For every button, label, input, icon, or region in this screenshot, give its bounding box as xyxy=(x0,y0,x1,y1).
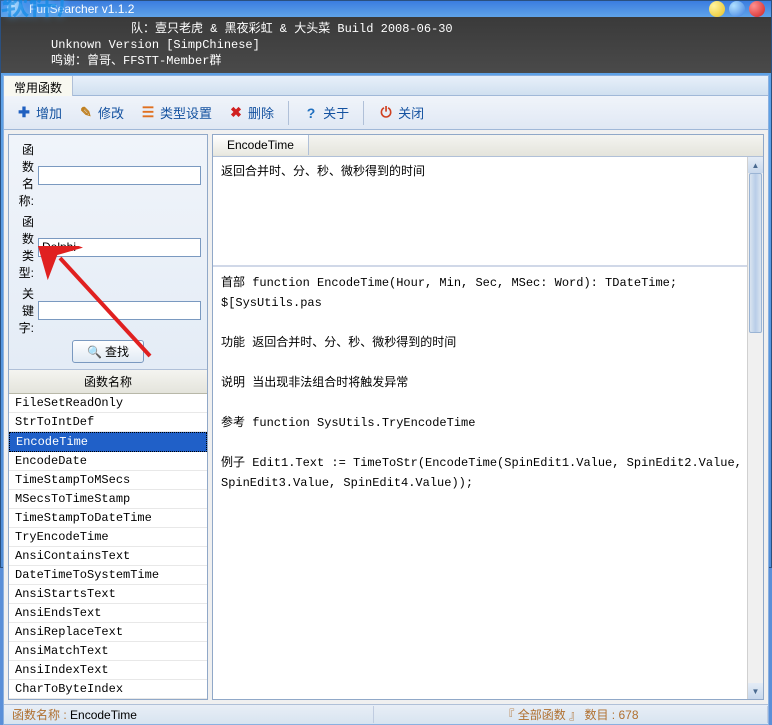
list-item[interactable]: TimeStampToDateTime xyxy=(9,509,207,528)
close-window-button[interactable] xyxy=(749,1,765,17)
status-count: 『 全部函数 』 数目 : 678 xyxy=(374,706,768,723)
window-title: FunSearcher v1.1.2 xyxy=(29,2,709,16)
list-icon: ☰ xyxy=(140,105,156,121)
list-item[interactable]: TryEncodeTime xyxy=(9,528,207,547)
function-list: 函数名称 FileSetReadOnlyStrToIntDefEncodeTim… xyxy=(9,370,207,699)
edit-button[interactable]: ✎修改 xyxy=(70,99,132,126)
function-type-input[interactable] xyxy=(38,238,201,257)
about-button[interactable]: ?关于 xyxy=(295,99,357,126)
list-item[interactable]: AnsiIndexText xyxy=(9,661,207,680)
type-label: 函数类型: xyxy=(15,213,34,281)
list-item[interactable]: AnsiReplaceText xyxy=(9,623,207,642)
delete-icon: ✖ xyxy=(228,105,244,121)
app-window: FunSearcher v1.1.2 软件厂 队：壹只老虎 & 黑夜彩虹 & 大… xyxy=(0,0,772,568)
detail-tabs: EncodeTime xyxy=(213,135,763,157)
search-area: 函数名称: 函数类型: 关键字: 🔍查找 xyxy=(9,135,207,370)
toolbar-separator xyxy=(288,101,289,125)
list-item[interactable]: EncodeDate xyxy=(9,452,207,471)
header-line1: 队：壹只老虎 & 黑夜彩虹 & 大头菜 Build 2008-06-30 xyxy=(11,21,761,37)
header-line3: 鸣谢：曾哥、FFSTT-Member群 xyxy=(11,53,761,69)
list-item[interactable]: AnsiMatchText xyxy=(9,642,207,661)
exit-icon: ⏻ xyxy=(378,105,394,121)
titlebar[interactable]: FunSearcher v1.1.2 xyxy=(1,1,771,17)
keyword-label: 关键字: xyxy=(15,285,34,336)
list-body[interactable]: FileSetReadOnlyStrToIntDefEncodeTimeEnco… xyxy=(9,394,207,699)
list-item[interactable]: AnsiStartsText xyxy=(9,585,207,604)
list-item[interactable]: MSecsToTimeStamp xyxy=(9,490,207,509)
name-label: 函数名称: xyxy=(15,141,34,209)
type-settings-button[interactable]: ☰类型设置 xyxy=(132,99,220,126)
list-item[interactable]: StrToIntDef xyxy=(9,413,207,432)
menubar: 常用函数 xyxy=(4,76,768,96)
close-button[interactable]: ⏻关闭 xyxy=(370,99,432,126)
list-item[interactable]: FileSetReadOnly xyxy=(9,394,207,413)
left-panel: 函数名称: 函数类型: 关键字: 🔍查找 xyxy=(8,134,208,700)
status-name: 函数名称 : EncodeTime xyxy=(4,706,374,723)
app-icon xyxy=(7,1,23,17)
list-item[interactable]: CharToByteIndex xyxy=(9,680,207,699)
search-icon: 🔍 xyxy=(87,345,102,359)
pencil-icon: ✎ xyxy=(78,105,94,121)
list-item[interactable]: TimeStampToMSecs xyxy=(9,471,207,490)
detail-body[interactable]: 首部 function EncodeTime(Hour, Min, Sec, M… xyxy=(213,267,763,699)
scroll-up-icon[interactable]: ▲ xyxy=(748,157,763,173)
scrollbar[interactable]: ▲ ▼ xyxy=(747,157,763,699)
keyword-input[interactable] xyxy=(38,301,201,320)
function-name-input[interactable] xyxy=(38,166,201,185)
toolbar: ✚增加 ✎修改 ☰类型设置 ✖删除 ?关于 ⏻关闭 xyxy=(4,96,768,130)
app-header: 软件厂 队：壹只老虎 & 黑夜彩虹 & 大头菜 Build 2008-06-30… xyxy=(1,17,771,73)
delete-button[interactable]: ✖删除 xyxy=(220,99,282,126)
statusbar: 函数名称 : EncodeTime 『 全部函数 』 数目 : 678 xyxy=(4,704,768,724)
tab-encodetime[interactable]: EncodeTime xyxy=(213,135,309,155)
scroll-down-icon[interactable]: ▼ xyxy=(748,683,763,699)
search-button[interactable]: 🔍查找 xyxy=(72,340,144,363)
maximize-button[interactable] xyxy=(729,1,745,17)
list-item[interactable]: DateTimeToSystemTime xyxy=(9,566,207,585)
add-button[interactable]: ✚增加 xyxy=(8,99,70,126)
scroll-thumb[interactable] xyxy=(749,173,762,333)
detail-summary[interactable]: 返回合并时、分、秒、微秒得到的时间 xyxy=(213,157,763,267)
list-header[interactable]: 函数名称 xyxy=(9,370,207,394)
list-item[interactable]: EncodeTime xyxy=(9,432,207,452)
list-item[interactable]: AnsiEndsText xyxy=(9,604,207,623)
header-line2: Unknown Version [SimpChinese] xyxy=(11,37,761,53)
plus-icon: ✚ xyxy=(16,105,32,121)
help-icon: ? xyxy=(303,105,319,121)
toolbar-separator xyxy=(363,101,364,125)
minimize-button[interactable] xyxy=(709,1,725,17)
list-item[interactable]: AnsiContainsText xyxy=(9,547,207,566)
right-panel: EncodeTime 返回合并时、分、秒、微秒得到的时间 首部 function… xyxy=(212,134,764,700)
